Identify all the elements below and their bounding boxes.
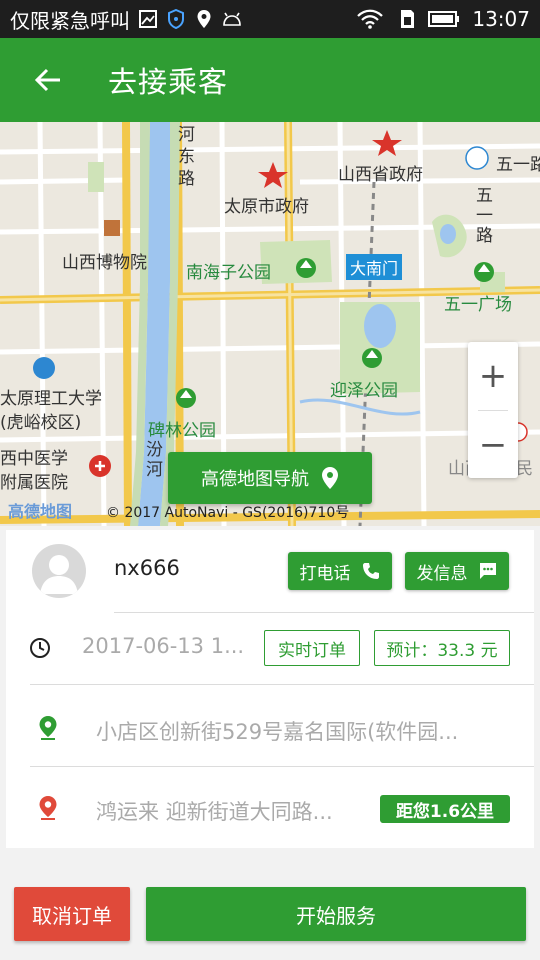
image-icon (138, 9, 158, 29)
zoom-control: + − (468, 342, 518, 478)
status-time: 13:07 (472, 7, 530, 31)
map-label-nanhaizi: 南海子公园 (186, 263, 271, 283)
back-button[interactable] (0, 38, 96, 122)
fare-estimate-tag: 预计：33.3 元 (374, 630, 510, 666)
map-label-shanxi-gov: 山西省政府 (338, 165, 423, 185)
cancel-order-button[interactable]: 取消订单 (14, 887, 130, 941)
message-icon (479, 563, 496, 579)
map-label-hedonglu: 河东路 (178, 125, 195, 189)
android-icon (222, 9, 242, 29)
passenger-row: nx666 打电话 发信息 (6, 530, 534, 612)
sim-card-icon (396, 9, 416, 29)
destination-address: 鸿运来 迎新街道大同路... (96, 800, 333, 824)
map-label-museum: 山西博物院 (62, 253, 147, 273)
map-label-yingze: 迎泽公园 (330, 381, 398, 401)
order-type-tag: 实时订单 (264, 630, 360, 666)
battery-icon (428, 9, 460, 29)
map-label-wuyi-partial: 五一路 (496, 155, 540, 175)
amap-navigation-button[interactable]: 高德地图导航 (168, 452, 372, 504)
map-label-fenhe: 汾河 (146, 440, 163, 480)
phone-icon (362, 563, 379, 579)
map-label-danmen: 大南门 (346, 254, 403, 280)
location-pin-icon (322, 467, 338, 489)
zoom-in-button[interactable]: + (468, 342, 518, 410)
avatar (32, 544, 86, 598)
start-service-button[interactable]: 开始服务 (146, 887, 526, 941)
divider (30, 766, 534, 767)
map-copyright: © 2017 AutoNavi - GS(2016)710号 (106, 505, 350, 521)
clock-icon (28, 636, 52, 660)
arrow-left-icon (34, 68, 60, 92)
amap-logo: 高德地图 (8, 502, 73, 521)
zoom-out-button[interactable]: − (468, 411, 518, 479)
app-bar: 去接乘客 (0, 38, 540, 122)
shield-icon (166, 9, 186, 29)
status-bar: 仅限紧急呼叫 13:07 (0, 0, 540, 38)
page-title: 去接乘客 (108, 65, 229, 99)
call-button-label: 打电话 (299, 563, 351, 584)
distance-tag: 距您1.6公里 (380, 795, 510, 823)
call-button[interactable]: 打电话 (288, 552, 392, 590)
map-view[interactable]: 河东路 太原市政府 山西省政府 五一路 五一路 山西博物院 南海子公园 大南门 … (0, 122, 540, 526)
map-label-wuyilu: 五一路 (476, 186, 493, 246)
map-label-huyu: (虎峪校区) (0, 413, 82, 433)
map-label-fushu: 附属医院 (0, 473, 68, 493)
passenger-name: nx666 (114, 556, 180, 580)
wifi-icon (356, 9, 384, 29)
map-label-beilin: 碑林公园 (148, 421, 216, 441)
divider (114, 612, 534, 613)
map-label-taiyuan-gov: 太原市政府 (224, 197, 309, 217)
navigation-button-label: 高德地图导航 (201, 469, 309, 490)
pickup-address: 小店区创新街529号嘉名国际(软件园... (96, 720, 459, 744)
map-label-ligong: 太原理工大学 (0, 389, 102, 409)
destination-location-icon (36, 796, 60, 820)
divider (30, 684, 534, 685)
message-button-label: 发信息 (416, 563, 468, 584)
message-button[interactable]: 发信息 (405, 552, 509, 590)
map-label-wuyi-square: 五一广场 (444, 295, 512, 315)
order-card: nx666 打电话 发信息 2017-06-13 1... 实时订单 预计：33… (6, 530, 534, 848)
order-time: 2017-06-13 1... (82, 634, 245, 658)
map-label-zhongyi: 西中医学 (0, 449, 68, 469)
status-notification-text: 仅限紧急呼叫 (10, 8, 130, 33)
pickup-location-icon (36, 716, 60, 740)
location-icon (194, 9, 214, 29)
